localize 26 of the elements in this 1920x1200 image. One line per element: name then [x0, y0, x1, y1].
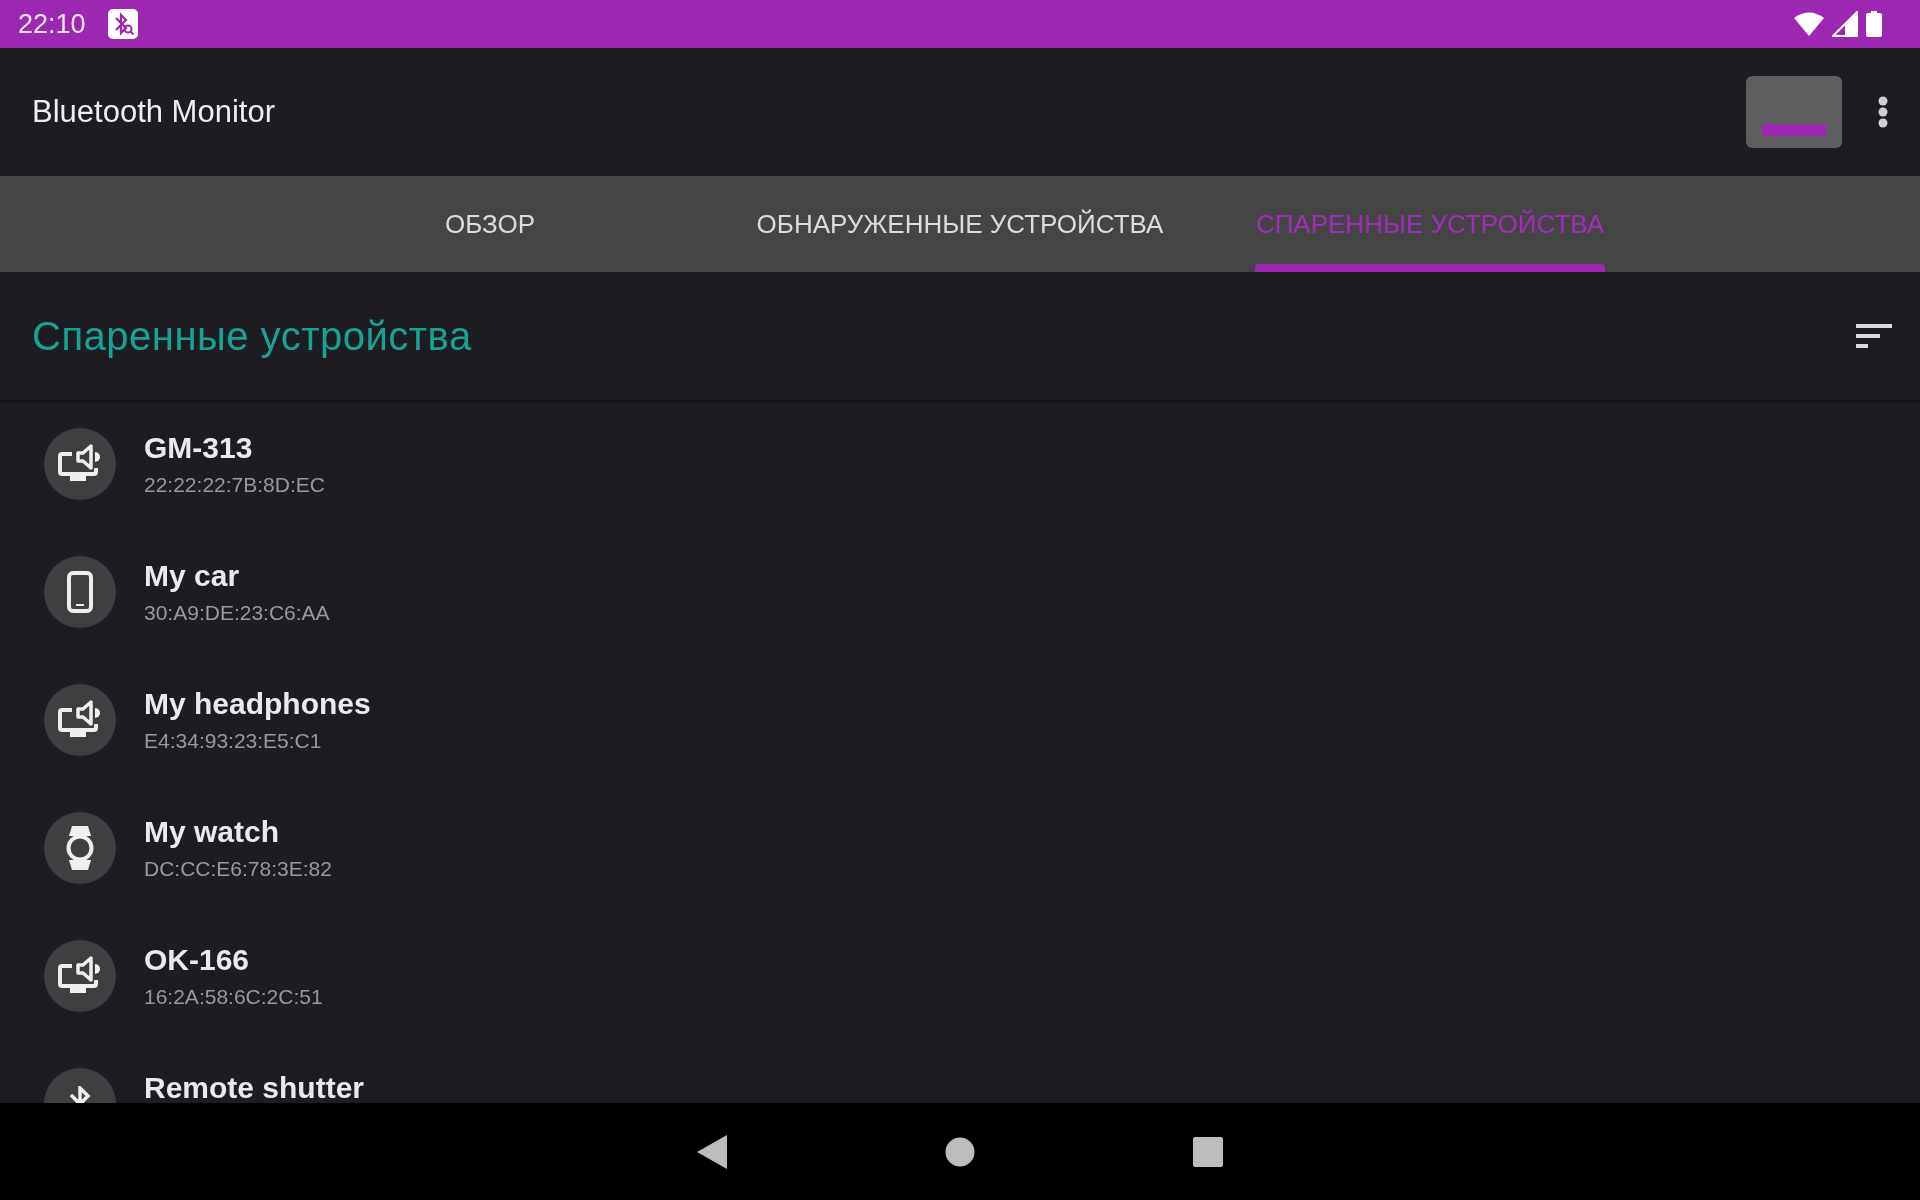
tab[interactable]: ОБЗОР	[255, 176, 725, 272]
keyboard-toggle-button[interactable]	[1746, 76, 1842, 148]
recents-icon[interactable]	[1193, 1136, 1223, 1167]
device-name: GM-313	[144, 431, 254, 465]
battery-icon	[1866, 11, 1882, 37]
device-name: OK-166	[144, 943, 251, 977]
app-title: Bluetooth Monitor	[32, 94, 275, 130]
more-options-icon[interactable]	[1878, 96, 1888, 128]
device-address: 16:2A:58:6C:2C:51	[144, 985, 323, 1009]
device-address: DC:CC:E6:78:3E:82	[144, 857, 332, 881]
sort-icon[interactable]	[1856, 324, 1892, 348]
back-icon[interactable]	[697, 1134, 727, 1169]
signal-icon	[1832, 11, 1858, 37]
device-address: E4:34:93:23:E5:C1	[144, 729, 323, 753]
device-name: My headphones	[144, 687, 371, 721]
wifi-icon	[1794, 12, 1824, 36]
bluetooth-search-icon	[107, 9, 138, 39]
device-address: 22:22:22:7B:8D:EC	[144, 473, 325, 497]
status-time: 22:10	[18, 8, 86, 40]
section-title: Спаренные устройства	[32, 313, 472, 359]
device-name: My car	[144, 559, 241, 593]
device-name: My watch	[144, 815, 281, 849]
device-name: Remote shutter	[144, 1071, 365, 1103]
home-icon[interactable]	[945, 1136, 975, 1167]
device-address: 30:A9:DE:23:C6:AA	[144, 601, 330, 625]
tab[interactable]: ОБНАРУЖЕННЫЕ УСТРОЙСТВА	[725, 176, 1195, 272]
